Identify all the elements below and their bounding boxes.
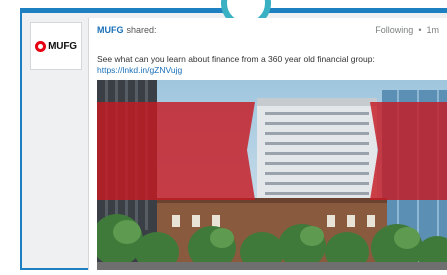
shared-label: shared: xyxy=(126,25,157,35)
author-link[interactable]: MUFG xyxy=(97,25,124,35)
logo-wordmark: MUFG xyxy=(48,40,77,52)
post-link[interactable]: https://lnkd.in/gZNVujg xyxy=(97,65,182,75)
company-logo[interactable]: MUFG xyxy=(30,22,82,70)
post-header: MUFG shared: Following • 1m xyxy=(97,25,447,41)
post-time: 1m xyxy=(426,25,439,35)
post-card: MUFG shared: Following • 1m See what can yo… xyxy=(88,18,447,270)
post-text: See what can you learn about finance fro… xyxy=(97,54,375,64)
meta-separator: • xyxy=(418,25,422,35)
building-photo-icon[interactable] xyxy=(97,80,447,270)
follow-status[interactable]: Following xyxy=(375,25,413,35)
mufg-logo-icon xyxy=(35,40,47,52)
post-meta: Following • 1m xyxy=(375,25,439,35)
